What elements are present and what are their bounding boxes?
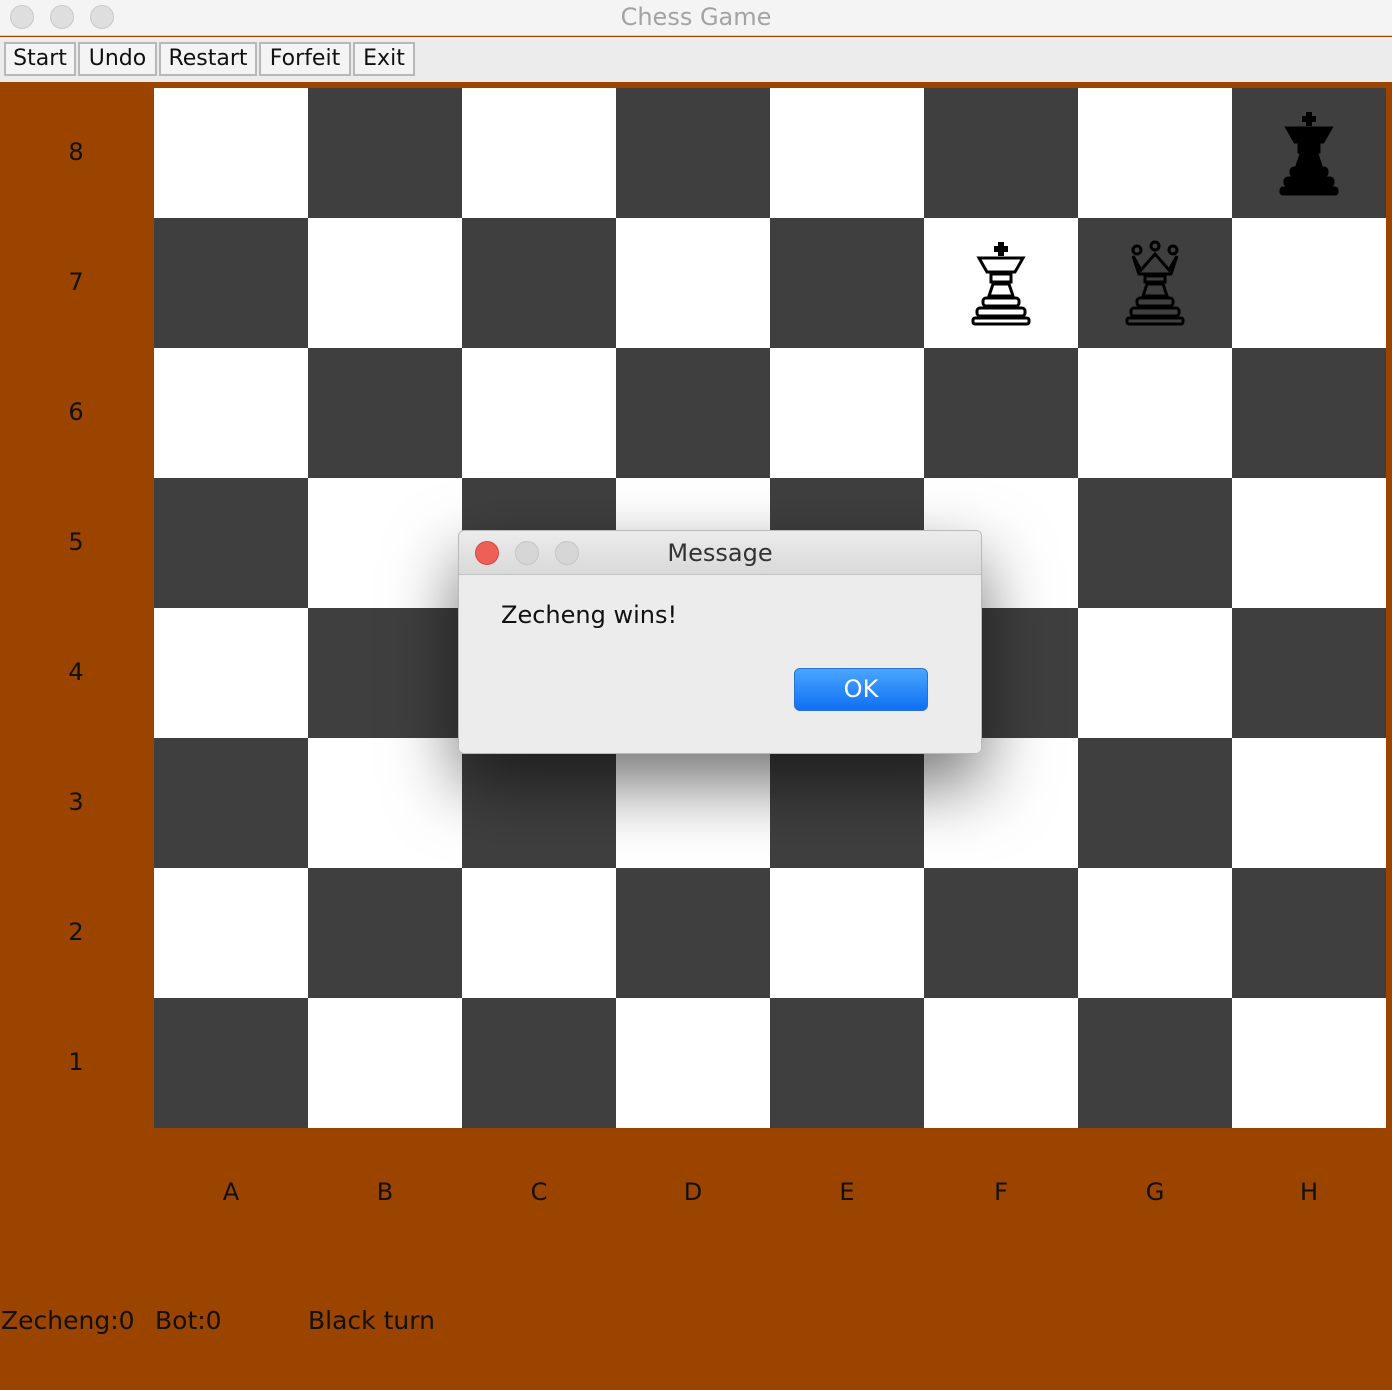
board-square-h8[interactable]	[1232, 88, 1386, 218]
file-label: G	[1145, 1178, 1165, 1206]
board-square-e1[interactable]	[770, 998, 924, 1128]
bot-score: Bot:0	[155, 1306, 222, 1335]
dialog-message: Zecheng wins!	[501, 601, 678, 629]
board-square-d1[interactable]	[616, 998, 770, 1128]
restart-button[interactable]: Restart	[159, 42, 257, 76]
board-square-d7[interactable]	[616, 218, 770, 348]
board-square-g3[interactable]	[1078, 738, 1232, 868]
rank-label: 4	[68, 658, 84, 686]
board-square-a1[interactable]	[154, 998, 308, 1128]
rank-label: 6	[68, 398, 84, 426]
board-square-c1[interactable]	[462, 998, 616, 1128]
board-square-c2[interactable]	[462, 868, 616, 998]
board-square-d8[interactable]	[616, 88, 770, 218]
board-square-h6[interactable]	[1232, 348, 1386, 478]
board-square-d2[interactable]	[616, 868, 770, 998]
board-square-f6[interactable]	[924, 348, 1078, 478]
board-square-g6[interactable]	[1078, 348, 1232, 478]
board-square-d3[interactable]	[616, 738, 770, 868]
dialog-title: Message	[667, 539, 773, 567]
board-square-h5[interactable]	[1232, 478, 1386, 608]
exit-button[interactable]: Exit	[353, 42, 415, 76]
black-king-icon[interactable]	[1232, 88, 1386, 218]
board-square-e2[interactable]	[770, 868, 924, 998]
board-square-g5[interactable]	[1078, 478, 1232, 608]
toolbar: Start Undo Restart Forfeit Exit	[0, 37, 1392, 82]
board-square-g8[interactable]	[1078, 88, 1232, 218]
file-label: C	[530, 1178, 548, 1206]
board-square-f8[interactable]	[924, 88, 1078, 218]
board-square-f1[interactable]	[924, 998, 1078, 1128]
board-square-f2[interactable]	[924, 868, 1078, 998]
board-square-b1[interactable]	[308, 998, 462, 1128]
board-square-h1[interactable]	[1232, 998, 1386, 1128]
black-queen-icon[interactable]	[1078, 218, 1232, 348]
file-label: B	[376, 1178, 394, 1206]
board-square-f7[interactable]	[924, 218, 1078, 348]
board-square-f3[interactable]	[924, 738, 1078, 868]
file-label: F	[994, 1178, 1008, 1206]
start-button[interactable]: Start	[4, 42, 76, 76]
board-square-b4[interactable]	[308, 608, 462, 738]
board-square-c3[interactable]	[462, 738, 616, 868]
dialog-title-bar: Message	[459, 531, 981, 575]
rank-label: 5	[68, 528, 84, 556]
board-square-b6[interactable]	[308, 348, 462, 478]
forfeit-button[interactable]: Forfeit	[259, 42, 351, 76]
board-square-b5[interactable]	[308, 478, 462, 608]
board-square-e7[interactable]	[770, 218, 924, 348]
board-square-e8[interactable]	[770, 88, 924, 218]
file-label: E	[839, 1178, 855, 1206]
file-label: D	[683, 1178, 703, 1206]
board-square-a4[interactable]	[154, 608, 308, 738]
turn-indicator: Black turn	[308, 1306, 435, 1335]
board-square-g7[interactable]	[1078, 218, 1232, 348]
board-square-b2[interactable]	[308, 868, 462, 998]
board-square-b7[interactable]	[308, 218, 462, 348]
board-square-c7[interactable]	[462, 218, 616, 348]
board-square-a3[interactable]	[154, 738, 308, 868]
board-square-g2[interactable]	[1078, 868, 1232, 998]
rank-label: 3	[68, 788, 84, 816]
board-square-h7[interactable]	[1232, 218, 1386, 348]
board-square-a7[interactable]	[154, 218, 308, 348]
board-square-e3[interactable]	[770, 738, 924, 868]
board-square-e6[interactable]	[770, 348, 924, 478]
rank-label: 7	[68, 268, 84, 296]
board-square-h2[interactable]	[1232, 868, 1386, 998]
undo-button[interactable]: Undo	[78, 42, 157, 76]
file-label: A	[222, 1178, 240, 1206]
board-square-c6[interactable]	[462, 348, 616, 478]
board-square-b8[interactable]	[308, 88, 462, 218]
rank-label: 1	[68, 1048, 84, 1076]
rank-label: 8	[68, 138, 84, 166]
player-score: Zecheng:0	[1, 1306, 135, 1335]
window-title-bar: Chess Game	[0, 0, 1392, 36]
rank-label: 2	[68, 918, 84, 946]
file-label: H	[1299, 1178, 1319, 1206]
board-square-a6[interactable]	[154, 348, 308, 478]
ok-button[interactable]: OK	[794, 668, 928, 711]
board-square-a2[interactable]	[154, 868, 308, 998]
window-title: Chess Game	[620, 3, 772, 31]
board-square-c8[interactable]	[462, 88, 616, 218]
board-square-d6[interactable]	[616, 348, 770, 478]
board-square-g4[interactable]	[1078, 608, 1232, 738]
message-dialog: Message Zecheng wins! OK	[458, 530, 982, 754]
board-square-h4[interactable]	[1232, 608, 1386, 738]
board-square-a8[interactable]	[154, 88, 308, 218]
white-king-icon[interactable]	[924, 218, 1078, 348]
board-square-g1[interactable]	[1078, 998, 1232, 1128]
board-square-h3[interactable]	[1232, 738, 1386, 868]
board-square-b3[interactable]	[308, 738, 462, 868]
board-square-a5[interactable]	[154, 478, 308, 608]
